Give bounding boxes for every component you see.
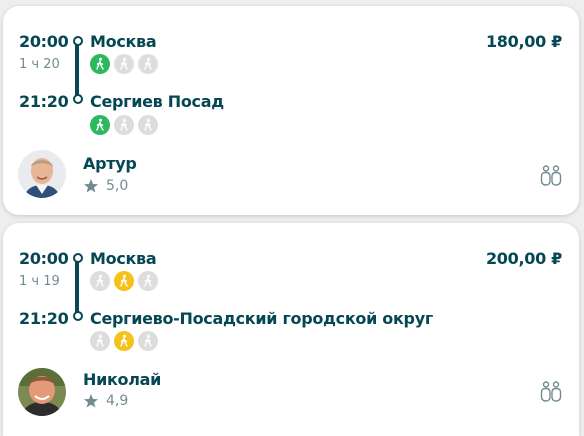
route-end-dot bbox=[73, 94, 83, 104]
driver-name: Николай bbox=[83, 370, 162, 389]
walking-person-icon bbox=[138, 54, 158, 74]
route-line bbox=[75, 258, 79, 315]
to-city: Сергиево-Посадский городской округ bbox=[90, 309, 433, 328]
driver-avatar[interactable] bbox=[18, 150, 66, 198]
to-city: Сергиев Посад bbox=[90, 92, 224, 111]
walking-person-icon bbox=[114, 54, 134, 74]
route-start-dot bbox=[73, 36, 83, 46]
to-proximity-indicators bbox=[90, 331, 158, 351]
walking-person-icon bbox=[138, 271, 158, 291]
ride-price: 180,00 ₽ bbox=[485, 32, 562, 51]
driver-rating: 4,9 bbox=[106, 393, 129, 409]
star-icon bbox=[84, 179, 98, 193]
from-city: Москва bbox=[90, 32, 157, 51]
walking-person-icon bbox=[138, 115, 158, 135]
from-city: Москва bbox=[90, 249, 157, 268]
from-proximity-indicators bbox=[90, 271, 158, 291]
walking-person-icon bbox=[90, 331, 110, 351]
walking-person-icon bbox=[90, 271, 110, 291]
route-end-dot bbox=[73, 311, 83, 321]
two-passengers-icon bbox=[540, 381, 562, 402]
driver-rating: 5,0 bbox=[106, 178, 129, 194]
trip-duration: 1 ч 19 bbox=[19, 274, 60, 289]
depart-time: 20:00 bbox=[19, 32, 69, 51]
route-line bbox=[75, 41, 79, 98]
walking-person-icon bbox=[114, 271, 134, 291]
arrive-time: 21:20 bbox=[19, 92, 69, 111]
arrive-time: 21:20 bbox=[19, 309, 69, 328]
route-start-dot bbox=[73, 253, 83, 263]
two-passengers-icon bbox=[540, 165, 562, 186]
from-proximity-indicators bbox=[90, 54, 158, 74]
driver-name: Артур bbox=[83, 154, 137, 173]
trip-duration: 1 ч 20 bbox=[19, 57, 60, 72]
walking-person-icon bbox=[114, 331, 134, 351]
star-icon bbox=[84, 394, 98, 408]
to-proximity-indicators bbox=[90, 115, 158, 135]
depart-time: 20:00 bbox=[19, 249, 69, 268]
walking-person-icon bbox=[90, 54, 110, 74]
walking-person-icon bbox=[138, 331, 158, 351]
driver-avatar[interactable] bbox=[18, 368, 66, 416]
ride-price: 200,00 ₽ bbox=[485, 249, 562, 268]
walking-person-icon bbox=[114, 115, 134, 135]
walking-person-icon bbox=[90, 115, 110, 135]
ride-card[interactable]: 20:00 1 ч 20 21:20 Москва Сергиев Посад … bbox=[3, 6, 579, 215]
ride-card[interactable]: 20:00 1 ч 19 21:20 Москва Сергиево-Посад… bbox=[3, 223, 579, 436]
